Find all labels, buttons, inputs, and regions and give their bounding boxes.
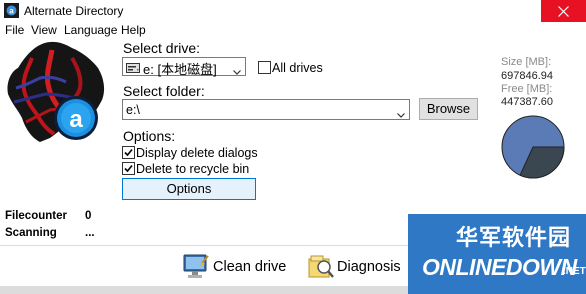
- watermark-cn: 华军软件园: [456, 225, 572, 250]
- folder-combobox[interactable]: e:\: [122, 99, 410, 120]
- menu-help[interactable]: Help: [121, 23, 146, 37]
- menu-file[interactable]: File: [5, 23, 24, 37]
- size-value: 697846.94: [501, 70, 553, 82]
- select-folder-label: Select folder:: [123, 83, 205, 99]
- check-icon: [124, 148, 133, 157]
- disk-usage-pie: [501, 115, 565, 179]
- delete-to-recycle-bin-label: Delete to recycle bin: [136, 162, 250, 176]
- free-value: 447387.60: [501, 96, 553, 108]
- clean-drive-button[interactable]: Clean drive: [178, 251, 294, 283]
- display-delete-dialogs-checkbox[interactable]: [122, 146, 135, 159]
- menu-view[interactable]: View: [31, 23, 57, 37]
- free-label: Free [MB]:: [501, 83, 553, 95]
- filecounter-label: Filecounter: [5, 210, 67, 222]
- browse-button[interactable]: Browse: [419, 98, 478, 120]
- menu-bar: File View Language Help: [0, 22, 586, 38]
- close-icon: [558, 6, 569, 17]
- delete-to-recycle-bin-checkbox[interactable]: [122, 162, 135, 175]
- folder-value: e:\: [126, 103, 140, 117]
- diagnosis-icon: [307, 253, 335, 284]
- size-label: Size [MB]:: [501, 56, 552, 68]
- chevron-down-icon: [397, 107, 405, 121]
- scanning-label: Scanning: [5, 227, 57, 239]
- chevron-down-icon: [233, 64, 241, 78]
- options-button[interactable]: Options: [122, 178, 256, 200]
- close-button[interactable]: [541, 0, 586, 22]
- svg-text:a: a: [69, 106, 83, 133]
- menu-language[interactable]: Language: [64, 23, 117, 37]
- svg-text:a: a: [9, 7, 14, 16]
- disk-icon: [126, 62, 140, 76]
- app-icon: a: [4, 3, 19, 18]
- select-drive-label: Select drive:: [123, 40, 201, 56]
- options-label: Options:: [123, 128, 176, 144]
- diagnosis-button[interactable]: Diagnosis: [305, 251, 408, 283]
- computer-clean-icon: [180, 253, 210, 284]
- scanning-value: ...: [85, 227, 95, 239]
- drive-select-value: e: [本地磁盘]: [143, 62, 217, 77]
- filecounter-value: 0: [85, 210, 92, 222]
- window-title: Alternate Directory: [24, 4, 124, 18]
- title-bar: a Alternate Directory: [0, 0, 586, 22]
- app-logo: a: [2, 38, 110, 146]
- check-icon: [124, 164, 133, 173]
- all-drives-checkbox[interactable]: [258, 61, 271, 74]
- watermark-suffix: .NET: [563, 266, 586, 277]
- diagnosis-label: Diagnosis: [337, 259, 401, 275]
- display-delete-dialogs-label: Display delete dialogs: [136, 146, 258, 160]
- watermark-en: ONLINEDOWN: [422, 254, 577, 280]
- clean-drive-label: Clean drive: [213, 259, 287, 275]
- watermark: 华军软件园 ONLINEDOWN .NET: [408, 214, 586, 294]
- drive-select[interactable]: e: [本地磁盘]: [122, 57, 246, 78]
- all-drives-label: All drives: [272, 61, 323, 75]
